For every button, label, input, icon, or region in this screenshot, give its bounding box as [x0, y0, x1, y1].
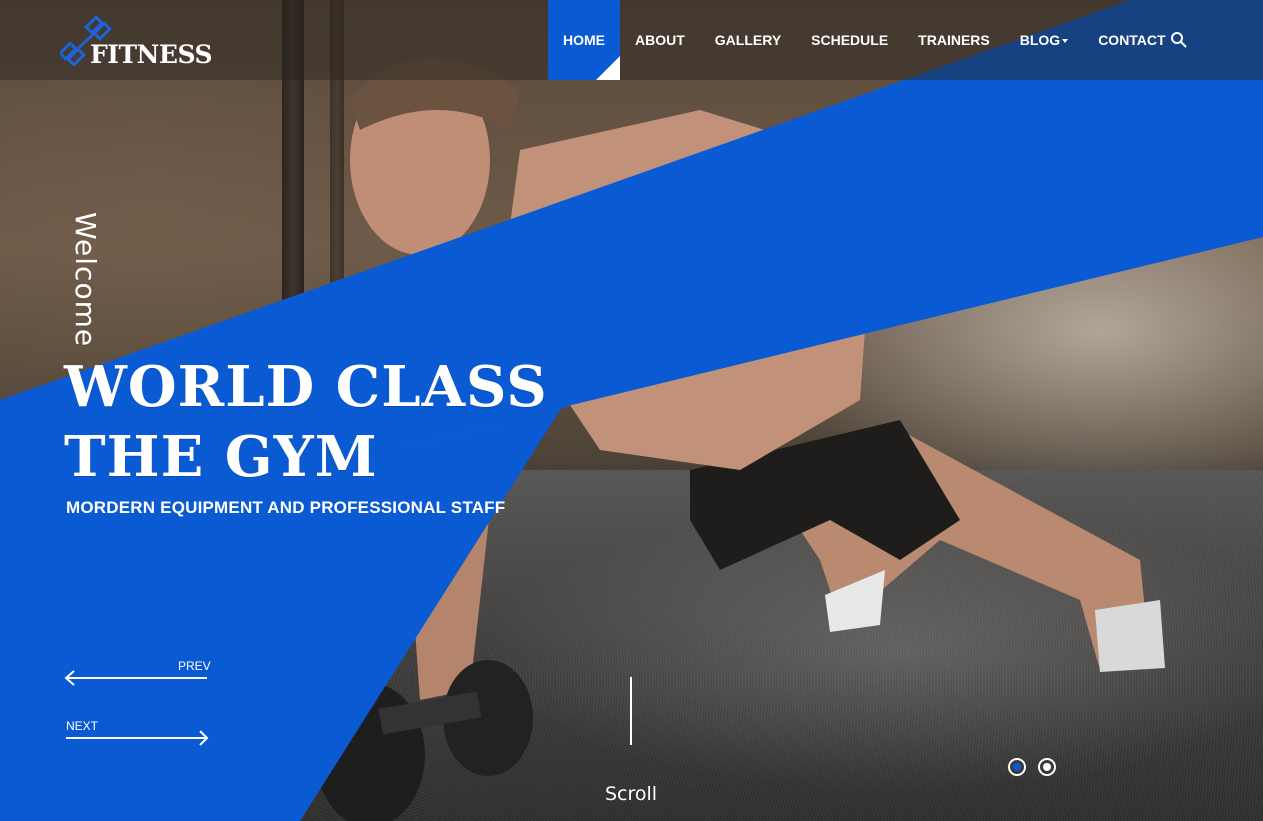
nav-item-blog[interactable]: BLOG: [1005, 0, 1083, 80]
nav-item-label: CONTACT: [1098, 32, 1166, 48]
brand-name: FITNESS: [90, 40, 213, 69]
hero-headline: WORLD CLASS THE GYM: [64, 352, 548, 492]
nav-item-contact[interactable]: CONTACT: [1083, 0, 1180, 80]
scroll-button[interactable]: Scroll: [605, 783, 657, 805]
nav-item-label: HOME: [563, 32, 605, 48]
next-slide-button[interactable]: NEXT: [64, 718, 210, 748]
nav-item-label: BLOG: [1019, 32, 1061, 48]
caret-down-icon: [1062, 39, 1069, 44]
nav-item-about[interactable]: ABOUT: [620, 0, 700, 80]
brand-logo[interactable]: FITNESS: [60, 16, 220, 72]
headline-line-2: THE GYM: [64, 424, 378, 490]
arrow-right-icon: [66, 730, 209, 746]
headline-line-1: WORLD CLASS: [64, 354, 548, 420]
arrow-left-icon: [64, 670, 207, 686]
slider-pagination: [1008, 758, 1056, 776]
slider-dot-2[interactable]: [1038, 758, 1056, 776]
nav-item-label: SCHEDULE: [811, 32, 889, 48]
nav-item-schedule[interactable]: SCHEDULE: [796, 0, 903, 80]
nav-item-home[interactable]: HOME: [548, 0, 620, 80]
nav-item-label: ABOUT: [635, 32, 685, 48]
nav-item-label: TRAINERS: [918, 32, 990, 48]
scroll-indicator-line: [630, 677, 632, 745]
nav-item-trainers[interactable]: TRAINERS: [903, 0, 1005, 80]
search-icon[interactable]: [1170, 31, 1188, 49]
main-nav: HOME ABOUT GALLERY SCHEDULE TRAINERS BLO…: [548, 0, 1181, 80]
top-navbar: FITNESS HOME ABOUT GALLERY SCHEDULE TRAI…: [0, 0, 1263, 80]
prev-slide-button[interactable]: PREV: [64, 658, 211, 688]
welcome-text: Welcome: [69, 212, 102, 348]
hero-subheadline: MORDERN EQUIPMENT AND PROFESSIONAL STAFF: [66, 498, 506, 517]
slider-dot-1[interactable]: [1008, 758, 1026, 776]
nav-item-gallery[interactable]: GALLERY: [700, 0, 796, 80]
nav-item-label: GALLERY: [714, 32, 782, 48]
